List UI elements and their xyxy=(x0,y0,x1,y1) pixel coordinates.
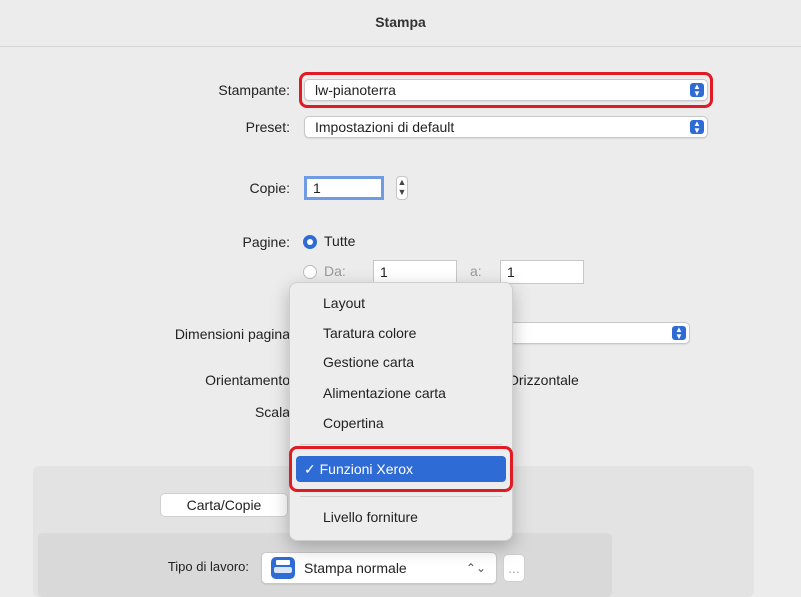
pages-from-label: Da: xyxy=(324,263,346,279)
printer-value: lw-pianoterra xyxy=(315,82,396,98)
preset-label: Preset: xyxy=(245,119,290,135)
page-size-label: Dimensioni pagina xyxy=(174,326,290,342)
menu-separator xyxy=(300,496,502,497)
orientation-label: Orientamento xyxy=(205,372,290,388)
printer-icon xyxy=(271,557,295,579)
copies-label: Copie: xyxy=(249,180,290,196)
pane-menu: Layout Taratura colore Gestione carta Al… xyxy=(289,282,513,541)
updown-arrows-icon: ▲ ▼ xyxy=(672,326,686,341)
pages-from-field[interactable]: 1 xyxy=(373,260,457,284)
pages-to-field[interactable]: 1 xyxy=(500,260,584,284)
menu-separator xyxy=(300,444,502,445)
copies-stepper[interactable]: ▲ ▼ xyxy=(396,176,408,200)
tab-paper-copies[interactable]: Carta/Copie xyxy=(160,493,288,517)
menu-item-layout[interactable]: Layout xyxy=(290,291,512,315)
pages-all-label: Tutte xyxy=(324,233,356,249)
window-title: Stampa xyxy=(375,14,426,30)
job-type-popup[interactable]: Stampa normale ⌃⌄ xyxy=(261,552,497,584)
pages-range-radio[interactable] xyxy=(303,265,317,279)
menu-item-paper-feed[interactable]: Alimentazione carta xyxy=(290,381,512,405)
updown-arrows-icon: ▲ ▼ xyxy=(690,120,704,135)
checkmark-icon: ✓ xyxy=(304,461,316,477)
page-size-popup[interactable]: ▲ ▼ xyxy=(500,322,690,344)
orientation-horizontal-label[interactable]: Orizzontale xyxy=(508,372,579,388)
printer-label: Stampante: xyxy=(218,82,290,98)
pages-label: Pagine: xyxy=(242,234,290,250)
preset-value: Impostazioni di default xyxy=(315,119,455,135)
menu-item-color-matching[interactable]: Taratura colore xyxy=(290,321,512,345)
scale-label: Scala xyxy=(254,404,290,420)
pages-to-label: a: xyxy=(470,263,482,279)
job-type-label: Tipo di lavoro: xyxy=(167,559,249,574)
menu-item-paper-handling[interactable]: Gestione carta xyxy=(290,350,512,374)
menu-item-supply-levels[interactable]: Livello forniture xyxy=(290,505,512,529)
menu-item-xerox-features[interactable]: ✓ Funzioni Xerox xyxy=(296,456,506,482)
printer-popup[interactable]: lw-pianoterra ▲ ▼ xyxy=(304,79,708,101)
pages-all-radio[interactable] xyxy=(303,235,317,249)
job-type-value: Stampa normale xyxy=(304,560,407,576)
more-button[interactable]: ... xyxy=(503,554,525,582)
preset-popup[interactable]: Impostazioni di default ▲ ▼ xyxy=(304,116,708,138)
chevron-updown-icon: ⌃⌄ xyxy=(465,561,486,575)
updown-arrows-icon: ▲ ▼ xyxy=(690,83,704,98)
copies-field[interactable]: 1 xyxy=(304,176,384,200)
menu-item-cover-page[interactable]: Copertina xyxy=(290,411,512,435)
menu-item-xerox-features-label: Funzioni Xerox xyxy=(319,461,414,477)
